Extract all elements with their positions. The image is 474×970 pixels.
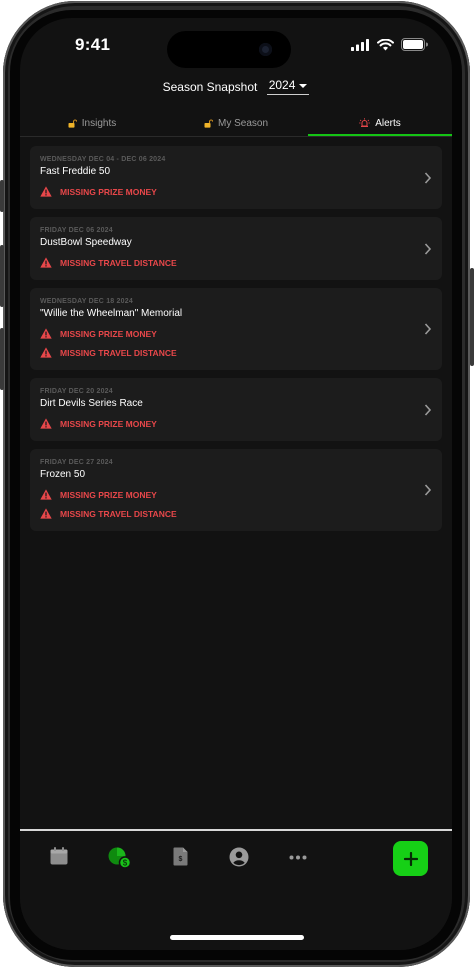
bottom-tab-bar: $ $ [20, 831, 452, 950]
alert-issue: MISSING PRIZE MONEY [40, 186, 432, 197]
warning-icon [40, 347, 52, 358]
event-date: FRIDAY DEC 27 2024 [40, 459, 113, 466]
status-bar: 9:41 [20, 18, 452, 74]
alert-bell-icon [359, 117, 370, 127]
event-date: WEDNESDAY DEC 18 2024 [40, 298, 133, 305]
event-date: FRIDAY DEC 20 2024 [40, 388, 113, 395]
season-chart-icon[interactable]: $ [108, 847, 132, 869]
status-icons [351, 38, 428, 51]
phone-volume-down-button [0, 328, 4, 390]
tab-insights-label: Insights [81, 117, 117, 129]
profile-icon[interactable] [229, 847, 249, 867]
battery-icon [401, 38, 428, 51]
alert-issue-text: MISSING PRIZE MONEY [60, 328, 157, 339]
alerts-list: WEDNESDAY DEC 04 - DEC 06 2024 Fast Fred… [30, 146, 442, 539]
chevron-right-icon [424, 403, 432, 416]
more-icon[interactable] [289, 855, 307, 860]
alert-issue-text: MISSING PRIZE MONEY [60, 418, 157, 429]
warning-icon [40, 257, 52, 268]
alert-issue: MISSING PRIZE MONEY [40, 418, 432, 429]
app-screen: 9:41 Season Snapshot 2024 Insights My Se… [20, 18, 452, 950]
add-icon [403, 851, 418, 866]
alert-issue-text: MISSING TRAVEL DISTANCE [60, 508, 177, 519]
alert-card[interactable]: WEDNESDAY DEC 04 - DEC 06 2024 Fast Fred… [30, 146, 442, 209]
warning-icon [40, 508, 52, 519]
tab-my-season[interactable]: My Season [164, 112, 308, 134]
chevron-right-icon [424, 171, 432, 184]
snapshot-tabs: Insights My Season Alerts [20, 112, 452, 137]
event-title: Dirt Devils Series Race [40, 398, 143, 409]
year-value: 2024 [268, 78, 296, 92]
wifi-icon [377, 38, 394, 50]
event-date: FRIDAY DEC 06 2024 [40, 227, 113, 234]
dynamic-island [167, 31, 291, 68]
alert-issue-text: MISSING TRAVEL DISTANCE [60, 347, 177, 358]
event-date: WEDNESDAY DEC 04 - DEC 06 2024 [40, 156, 166, 163]
chevron-right-icon [424, 323, 432, 335]
receipt-icon[interactable]: $ [173, 847, 188, 866]
event-title: "Willie the Wheelman" Memorial [40, 308, 183, 319]
alert-card[interactable]: FRIDAY DEC 06 2024 DustBowl Speedway MIS… [30, 217, 442, 280]
svg-text:$: $ [123, 859, 128, 868]
chevron-right-icon [424, 484, 432, 496]
alert-issue-text: MISSING TRAVEL DISTANCE [60, 257, 177, 268]
alert-issue: MISSING TRAVEL DISTANCE [40, 257, 432, 268]
warning-icon [40, 328, 52, 339]
alert-card[interactable]: FRIDAY DEC 20 2024 Dirt Devils Series Ra… [30, 378, 442, 441]
front-camera [259, 43, 272, 56]
alert-card[interactable]: WEDNESDAY DEC 18 2024 "Willie the Wheelm… [30, 288, 442, 370]
tab-alerts[interactable]: Alerts [308, 112, 452, 136]
event-title: Fast Freddie 50 [40, 166, 111, 177]
alert-issue-text: MISSING PRIZE MONEY [60, 186, 157, 197]
cellular-signal-icon [351, 38, 369, 51]
tab-alerts-label: Alerts [375, 117, 401, 129]
alert-issue: MISSING PRIZE MONEY [40, 489, 432, 500]
event-title: DustBowl Speedway [40, 237, 132, 248]
alert-issue: MISSING PRIZE MONEY [40, 328, 432, 339]
phone-action-button [0, 180, 4, 212]
warning-icon [40, 418, 52, 429]
alert-issue: MISSING TRAVEL DISTANCE [40, 508, 432, 519]
lock-icon [204, 119, 213, 128]
add-button[interactable] [393, 841, 428, 876]
event-title: Frozen 50 [40, 469, 86, 480]
calendar-icon[interactable] [50, 847, 68, 865]
alert-issue-text: MISSING PRIZE MONEY [60, 489, 157, 500]
year-selector[interactable]: 2024 [266, 78, 310, 95]
warning-icon [40, 489, 52, 500]
lock-icon [68, 119, 77, 128]
svg-text:$: $ [179, 856, 183, 863]
alert-card[interactable]: FRIDAY DEC 27 2024 Frozen 50 MISSING PRI… [30, 449, 442, 531]
status-time: 9:41 [75, 35, 111, 54]
warning-icon [40, 186, 52, 197]
season-snapshot-label: Season Snapshot [162, 79, 258, 94]
home-indicator[interactable] [170, 935, 304, 940]
chevron-right-icon [424, 242, 432, 255]
caret-down-icon [299, 83, 308, 88]
tab-my-season-label: My Season [217, 117, 269, 129]
alert-issue: MISSING TRAVEL DISTANCE [40, 347, 432, 358]
season-snapshot-header: Season Snapshot 2024 [20, 78, 452, 102]
phone-volume-up-button [0, 245, 4, 307]
tab-insights[interactable]: Insights [20, 112, 164, 134]
phone-power-button [470, 268, 474, 366]
